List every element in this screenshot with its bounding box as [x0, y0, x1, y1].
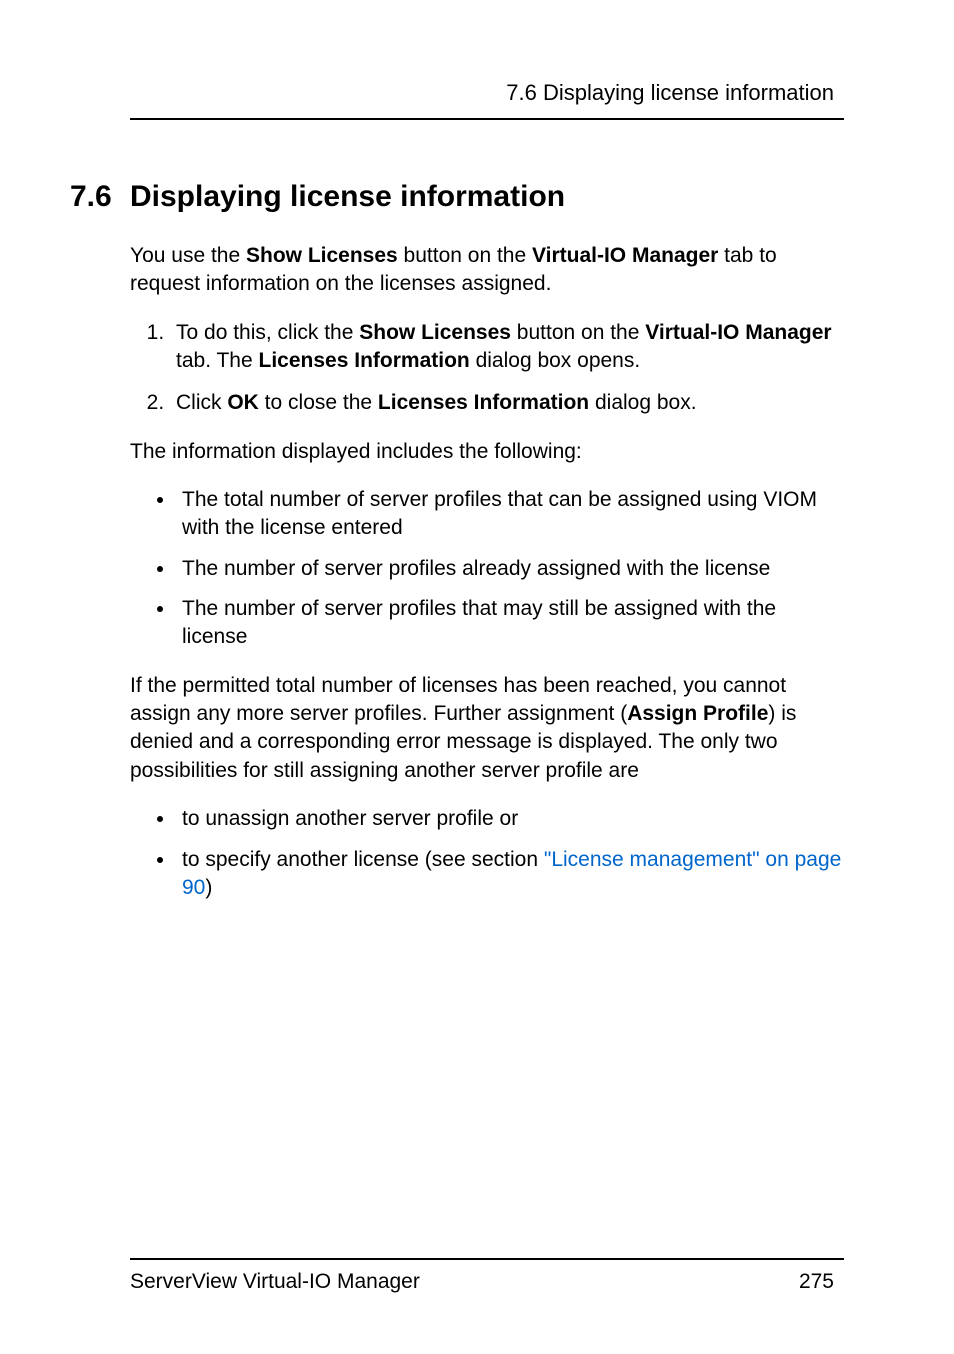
section-title: 7.6 Displaying license information	[70, 180, 844, 214]
body-block: You use the Show Licenses button on the …	[130, 242, 844, 902]
text: to specify another license (see section	[182, 848, 544, 871]
bold-text: Assign Profile	[627, 702, 768, 725]
footer: ServerView Virtual-IO Manager 275	[130, 1270, 844, 1294]
step-item: To do this, click the Show Licenses butt…	[170, 319, 844, 376]
page: 7.6 Displaying license information 7.6 D…	[0, 0, 954, 1354]
main-content: 7.6 Displaying license information You u…	[70, 180, 844, 1258]
info-bullet-list: The total number of server profiles that…	[176, 486, 844, 652]
limit-paragraph: If the permitted total number of license…	[130, 672, 844, 785]
text: dialog box.	[589, 391, 696, 414]
list-item: The total number of server profiles that…	[176, 486, 844, 543]
list-item: to unassign another server profile or	[176, 805, 844, 833]
footer-block: ServerView Virtual-IO Manager 275	[70, 1258, 844, 1294]
step-item: Click OK to close the Licenses Informati…	[170, 389, 844, 417]
bold-text: Show Licenses	[359, 321, 511, 344]
text: To do this, click the	[176, 321, 359, 344]
text: You use the	[130, 244, 246, 267]
text: tab. The	[176, 349, 259, 372]
text: Click	[176, 391, 227, 414]
info-intro-paragraph: The information displayed includes the f…	[130, 438, 844, 466]
options-bullet-list: to unassign another server profile or to…	[176, 805, 844, 902]
text: to close the	[259, 391, 378, 414]
footer-doc-title: ServerView Virtual-IO Manager	[130, 1270, 420, 1294]
text: )	[205, 876, 212, 899]
header-rule	[130, 118, 844, 120]
section-heading: Displaying license information	[130, 180, 565, 214]
bold-text: Licenses Information	[378, 391, 589, 414]
intro-paragraph: You use the Show Licenses button on the …	[130, 242, 844, 299]
list-item: The number of server profiles that may s…	[176, 595, 844, 652]
footer-rule	[130, 1258, 844, 1260]
bold-text: OK	[227, 391, 259, 414]
list-item: to specify another license (see section …	[176, 846, 844, 903]
bold-text: Licenses Information	[259, 349, 470, 372]
bold-text: Virtual-IO Manager	[532, 244, 718, 267]
steps-list: To do this, click the Show Licenses butt…	[170, 319, 844, 418]
text: button on the	[398, 244, 532, 267]
bold-text: Virtual-IO Manager	[645, 321, 831, 344]
bold-text: Show Licenses	[246, 244, 398, 267]
running-head: 7.6 Displaying license information	[70, 80, 844, 106]
text: button on the	[511, 321, 645, 344]
text: dialog box opens.	[470, 349, 640, 372]
list-item: The number of server profiles already as…	[176, 555, 844, 583]
section-number: 7.6	[70, 180, 130, 214]
footer-page-number: 275	[799, 1270, 834, 1294]
